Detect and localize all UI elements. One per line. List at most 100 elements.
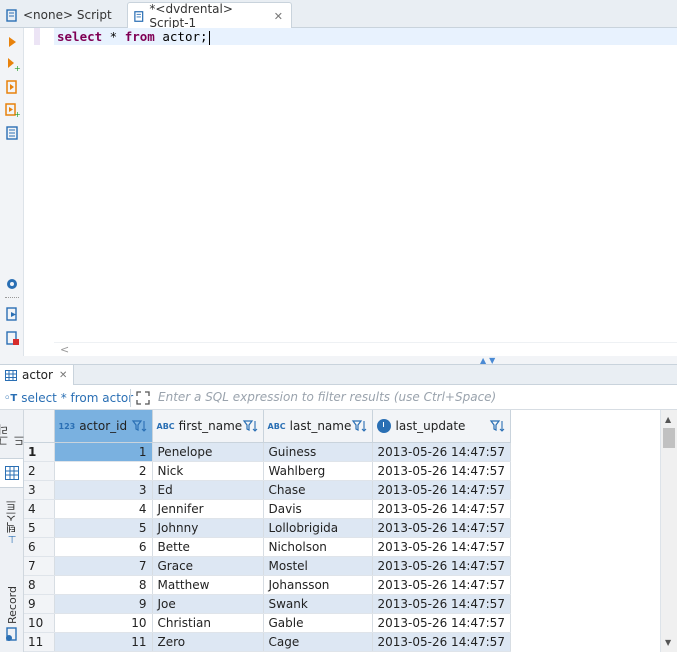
cell-last-update[interactable]: 2013-05-26 14:47:57 xyxy=(372,499,511,519)
cell-first-name[interactable]: Christian xyxy=(152,613,264,633)
cell-last-name[interactable]: Gable xyxy=(263,613,373,633)
cell-first-name[interactable]: Penelope xyxy=(152,442,264,462)
execute-script-icon[interactable] xyxy=(4,79,20,95)
cell-last-update[interactable]: 2013-05-26 14:47:57 xyxy=(372,594,511,614)
sql-editor[interactable]: select * from actor; xyxy=(54,28,677,344)
cell-last-name[interactable]: Nicholson xyxy=(263,537,373,557)
row-number[interactable]: 1 xyxy=(24,442,55,462)
row-number[interactable]: 8 xyxy=(24,575,55,595)
cell-first-name[interactable]: Jennifer xyxy=(152,499,264,519)
column-header-actor-id[interactable]: 123 actor_id xyxy=(54,410,153,443)
filter-sort-icon[interactable] xyxy=(131,418,147,434)
cell-last-name[interactable]: Cage xyxy=(263,632,373,652)
table-row[interactable]: 6 6 Bette Nicholson 2013-05-26 14:47:57 xyxy=(24,537,511,557)
cell-actor-id[interactable]: 6 xyxy=(54,537,153,557)
row-number[interactable]: 6 xyxy=(24,537,55,557)
execute-script-new-tab-icon[interactable]: + xyxy=(4,102,20,118)
scroll-down-icon[interactable]: ▼ xyxy=(665,638,671,647)
cell-actor-id[interactable]: 2 xyxy=(54,461,153,481)
cell-last-update[interactable]: 2013-05-26 14:47:57 xyxy=(372,613,511,633)
table-row[interactable]: 10 10 Christian Gable 2013-05-26 14:47:57 xyxy=(24,613,511,633)
sql-code-line[interactable]: select * from actor; xyxy=(57,29,210,45)
row-number-header[interactable] xyxy=(24,410,55,443)
filter-input[interactable]: Enter a SQL expression to filter results… xyxy=(158,390,496,404)
tab-none-script[interactable]: <none> Script xyxy=(0,2,125,28)
filter-sort-icon[interactable] xyxy=(242,418,258,434)
cell-last-update[interactable]: 2013-05-26 14:47:57 xyxy=(372,556,511,576)
row-number[interactable]: 2 xyxy=(24,461,55,481)
execute-statement-icon[interactable] xyxy=(4,34,20,50)
cell-last-update[interactable]: 2013-05-26 14:47:57 xyxy=(372,575,511,595)
row-number[interactable]: 5 xyxy=(24,518,55,538)
tab-grid-label[interactable]: 그리드 xyxy=(0,422,26,446)
cell-first-name[interactable]: Matthew xyxy=(152,575,264,595)
error-log-icon[interactable] xyxy=(4,330,20,346)
column-header-first-name[interactable]: ABC first_name xyxy=(152,410,264,443)
cell-actor-id[interactable]: 1 xyxy=(54,442,153,462)
cell-actor-id[interactable]: 8 xyxy=(54,575,153,595)
column-header-last-name[interactable]: ABC last_name xyxy=(263,410,373,443)
tab-script-1[interactable]: *<dvdrental> Script-1 ✕ xyxy=(127,2,292,30)
cell-last-update[interactable]: 2013-05-26 14:47:57 xyxy=(372,537,511,557)
cell-actor-id[interactable]: 4 xyxy=(54,499,153,519)
cell-actor-id[interactable]: 11 xyxy=(54,632,153,652)
cell-first-name[interactable]: Grace xyxy=(152,556,264,576)
export-icon[interactable] xyxy=(4,306,20,322)
table-row[interactable]: 7 7 Grace Mostel 2013-05-26 14:47:57 xyxy=(24,556,511,576)
close-icon[interactable]: ✕ xyxy=(59,370,67,381)
cell-last-name[interactable]: Davis xyxy=(263,499,373,519)
cell-last-name[interactable]: Mostel xyxy=(263,556,373,576)
row-number[interactable]: 7 xyxy=(24,556,55,576)
cell-last-name[interactable]: Chase xyxy=(263,480,373,500)
cell-actor-id[interactable]: 7 xyxy=(54,556,153,576)
cell-last-update[interactable]: 2013-05-26 14:47:57 xyxy=(372,480,511,500)
expand-filter-icon[interactable] xyxy=(135,390,151,406)
table-row[interactable]: 8 8 Matthew Johansson 2013-05-26 14:47:57 xyxy=(24,575,511,595)
row-number[interactable]: 3 xyxy=(24,480,55,500)
cell-first-name[interactable]: Zero xyxy=(152,632,264,652)
table-row[interactable]: 9 9 Joe Swank 2013-05-26 14:47:57 xyxy=(24,594,511,614)
tab-actor[interactable]: actor ✕ xyxy=(0,365,74,385)
filter-sort-icon[interactable] xyxy=(351,418,367,434)
cell-last-update[interactable]: 2013-05-26 14:47:57 xyxy=(372,442,511,462)
cell-first-name[interactable]: Bette xyxy=(152,537,264,557)
cell-actor-id[interactable]: 9 xyxy=(54,594,153,614)
cell-first-name[interactable]: Johnny xyxy=(152,518,264,538)
explain-plan-icon[interactable] xyxy=(4,125,20,141)
scroll-up-icon[interactable]: ▲ xyxy=(665,415,671,424)
table-row[interactable]: 1 1 Penelope Guiness 2013-05-26 14:47:57 xyxy=(24,442,511,462)
cell-first-name[interactable]: Nick xyxy=(152,461,264,481)
scroll-left-icon[interactable]: < xyxy=(60,343,69,356)
close-icon[interactable]: ✕ xyxy=(274,10,283,23)
cell-actor-id[interactable]: 3 xyxy=(54,480,153,500)
grid-vertical-scrollbar[interactable]: ▲ ▼ xyxy=(660,410,677,652)
cell-last-name[interactable]: Lollobrigida xyxy=(263,518,373,538)
settings-icon[interactable] xyxy=(4,276,20,292)
filter-sort-icon[interactable] xyxy=(489,418,505,434)
scroll-thumb[interactable] xyxy=(663,428,675,448)
cell-first-name[interactable]: Ed xyxy=(152,480,264,500)
table-row[interactable]: 5 5 Johnny Lollobrigida 2013-05-26 14:47:57 xyxy=(24,518,511,538)
cell-actor-id[interactable]: 5 xyxy=(54,518,153,538)
editor-horizontal-scrollbar[interactable]: < xyxy=(54,342,677,356)
cell-last-update[interactable]: 2013-05-26 14:47:57 xyxy=(372,461,511,481)
tab-grid[interactable] xyxy=(0,458,24,488)
table-row[interactable]: 11 11 Zero Cage 2013-05-26 14:47:57 xyxy=(24,632,511,652)
table-row[interactable]: 3 3 Ed Chase 2013-05-26 14:47:57 xyxy=(24,480,511,500)
cell-last-name[interactable]: Wahlberg xyxy=(263,461,373,481)
row-number[interactable]: 11 xyxy=(24,632,55,652)
row-number[interactable]: 4 xyxy=(24,499,55,519)
results-grid[interactable]: 123 actor_id ABC first_name ABC last_name l… xyxy=(24,410,660,652)
cell-last-name[interactable]: Johansson xyxy=(263,575,373,595)
row-number[interactable]: 9 xyxy=(24,594,55,614)
cell-last-update[interactable]: 2013-05-26 14:47:57 xyxy=(372,518,511,538)
row-number[interactable]: 10 xyxy=(24,613,55,633)
cell-last-name[interactable]: Swank xyxy=(263,594,373,614)
tab-record[interactable]: Record xyxy=(0,586,24,648)
tab-text[interactable]: 텍스트 ⊤ xyxy=(0,500,24,552)
table-row[interactable]: 2 2 Nick Wahlberg 2013-05-26 14:47:57 xyxy=(24,461,511,481)
panel-splitter[interactable]: ▲▼ xyxy=(0,356,677,365)
cell-last-update[interactable]: 2013-05-26 14:47:57 xyxy=(372,632,511,652)
cell-first-name[interactable]: Joe xyxy=(152,594,264,614)
cell-actor-id[interactable]: 10 xyxy=(54,613,153,633)
